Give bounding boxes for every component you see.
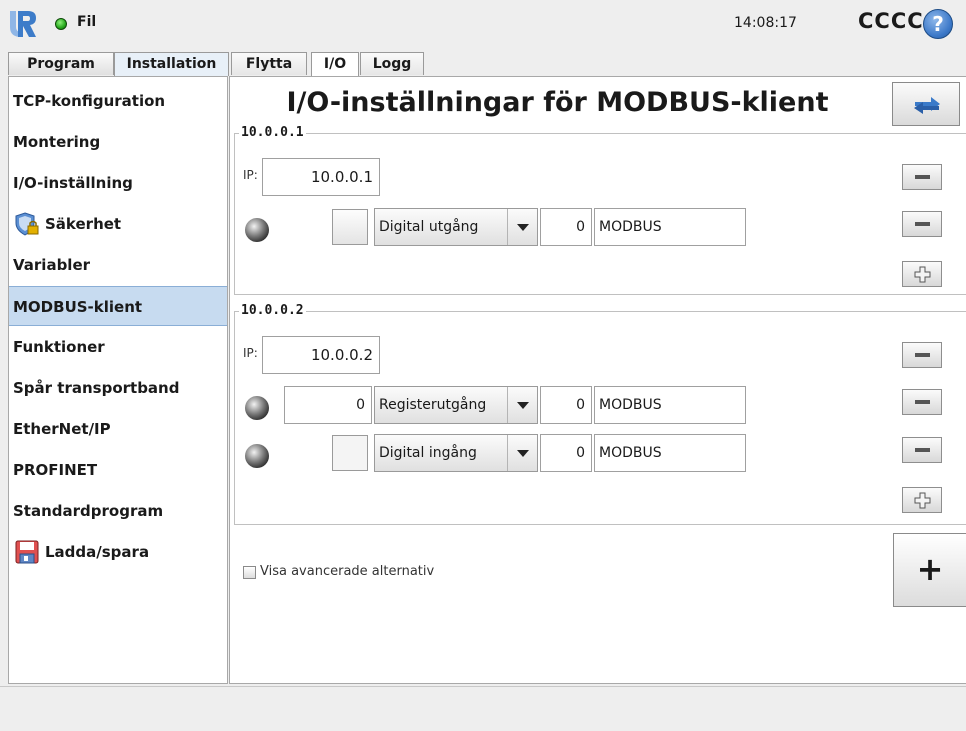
signal-type-value: Digital utgång (379, 219, 479, 235)
save-disk-icon (15, 540, 39, 564)
minus-icon (915, 400, 930, 404)
signal-status-led-icon (245, 396, 269, 420)
sidebar-item-profinet[interactable]: PROFINET (9, 450, 227, 490)
sidebar-item-modbus-client[interactable]: MODBUS-klient (9, 286, 227, 326)
sidebar-item-variables[interactable]: Variabler (9, 245, 227, 285)
signal-type-value: Registerutgång (379, 397, 487, 413)
installation-sidebar: TCP-konfiguration Montering I/O-inställn… (8, 76, 228, 684)
signal-type-select[interactable]: Digital ingång (374, 434, 538, 472)
sidebar-item-label: Säkerhet (45, 215, 122, 233)
unit-name: 10.0.0.2 (239, 303, 306, 318)
show-advanced-label[interactable]: Visa avancerade alternativ (260, 564, 434, 579)
sidebar-item-conveyor-tracking[interactable]: Spår transportband (9, 368, 227, 408)
sidebar-item-mounting[interactable]: Montering (9, 122, 227, 162)
add-signal-button[interactable] (902, 261, 942, 287)
delete-signal-button[interactable] (902, 437, 942, 463)
sidebar-item-ethernet-ip[interactable]: EtherNet/IP (9, 409, 227, 449)
minus-icon (915, 353, 930, 357)
ip-address-field[interactable]: 10.0.0.1 (262, 158, 380, 196)
clock: 14:08:17 (734, 15, 797, 31)
signal-indicator-box (332, 435, 368, 471)
signal-name-field[interactable]: MODBUS (594, 386, 746, 424)
tab-logg[interactable]: Logg (360, 52, 424, 75)
plus-icon (914, 266, 931, 283)
chevron-down-icon (507, 435, 537, 471)
signal-address-field[interactable]: 0 (540, 386, 592, 424)
chevron-down-icon (507, 387, 537, 423)
ip-address-field[interactable]: 10.0.0.2 (262, 336, 380, 374)
sidebar-item-features[interactable]: Funktioner (9, 327, 227, 367)
sidebar-item-tcp-configuration[interactable]: TCP-konfiguration (9, 81, 227, 121)
add-signal-button[interactable] (902, 487, 942, 513)
add-unit-button[interactable]: + (893, 533, 966, 607)
sidebar-item-default-program[interactable]: Standardprogram (9, 491, 227, 531)
signal-address-field[interactable]: 0 (540, 434, 592, 472)
ur-logo-icon (10, 11, 36, 37)
program-filename[interactable]: Fil (77, 14, 96, 30)
sidebar-item-safety[interactable]: Säkerhet (9, 204, 227, 244)
signal-type-select[interactable]: Digital utgång (374, 208, 538, 246)
minus-icon (915, 222, 930, 226)
modbus-unit-1: 10.0.0.1 IP: 10.0.0.1 Digital utgång 0 M… (234, 125, 966, 295)
top-bar: Fil 14:08:17 CCCC ? (0, 0, 966, 48)
minus-icon (915, 448, 930, 452)
plus-icon (914, 492, 931, 509)
sidebar-item-io-setup[interactable]: I/O-inställning (9, 163, 227, 203)
sidebar-item-label: Ladda/spara (45, 543, 150, 561)
page-title: I/O-inställningar för MODBUS-klient (286, 87, 829, 118)
delete-unit-button[interactable] (902, 164, 942, 190)
minus-icon (915, 175, 930, 179)
chevron-down-icon (507, 209, 537, 245)
refresh-button[interactable] (892, 82, 960, 126)
tab-program[interactable]: Program (8, 52, 114, 75)
robot-status-icon (55, 18, 67, 30)
signal-type-select[interactable]: Registerutgång (374, 386, 538, 424)
delete-signal-button[interactable] (902, 389, 942, 415)
tab-flytta[interactable]: Flytta (231, 52, 307, 75)
ip-label: IP: (243, 346, 258, 360)
signal-type-value: Digital ingång (379, 445, 477, 461)
signal-name-field[interactable]: MODBUS (594, 434, 746, 472)
bottom-bar (0, 686, 966, 731)
shield-lock-icon (15, 212, 39, 236)
unit-name: 10.0.0.1 (239, 125, 306, 140)
signal-status-led-icon (245, 218, 269, 242)
robot-name: CCCC (858, 9, 924, 33)
signal-address-field[interactable]: 0 (540, 208, 592, 246)
signal-value-field[interactable]: 0 (284, 386, 372, 424)
signal-toggle-button[interactable] (332, 209, 368, 245)
modbus-settings-panel: I/O-inställningar för MODBUS-klient 10.0… (229, 76, 966, 684)
signal-name-field[interactable]: MODBUS (594, 208, 746, 246)
tab-installation[interactable]: Installation (114, 52, 229, 76)
help-icon[interactable]: ? (923, 9, 953, 39)
tab-io[interactable]: I/O (311, 52, 359, 76)
ip-label: IP: (243, 168, 258, 182)
delete-signal-button[interactable] (902, 211, 942, 237)
modbus-unit-2: 10.0.0.2 IP: 10.0.0.2 0 Registerutgång 0… (234, 303, 966, 525)
signal-status-led-icon (245, 444, 269, 468)
sync-arrows-icon (914, 97, 940, 114)
delete-unit-button[interactable] (902, 342, 942, 368)
show-advanced-checkbox[interactable] (243, 566, 256, 579)
sidebar-item-load-save[interactable]: Ladda/spara (9, 532, 227, 572)
